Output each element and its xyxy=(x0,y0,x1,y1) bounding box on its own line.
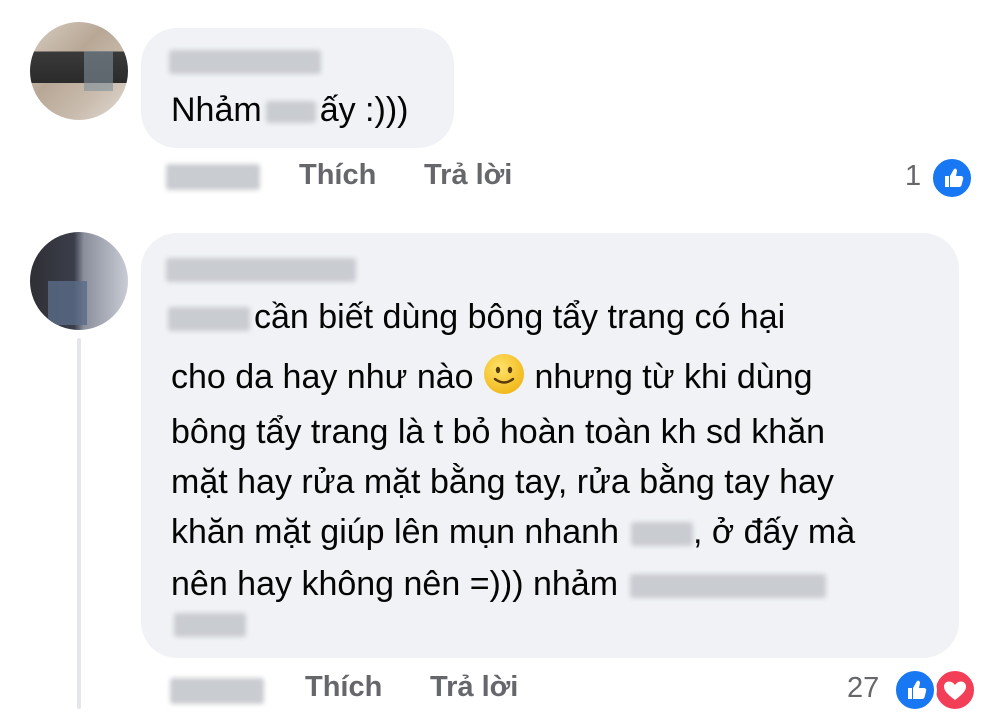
commenter-name-blurred[interactable] xyxy=(169,50,321,74)
comment-line-text: nên hay không nên =))) nhảm xyxy=(171,565,619,603)
comment-line: khăn mặt giúp lên mụn nhanh , ở đấy mà xyxy=(171,506,855,558)
reply-thread-line xyxy=(77,338,81,709)
comment-line: nên hay không nên =))) nhảm xyxy=(171,558,827,610)
comment-line: mặt hay rửa mặt bằng tay, rửa bằng tay h… xyxy=(171,463,834,501)
comment-bubble: cần biết dùng bông tẩy trang có hại cho … xyxy=(141,233,959,658)
comment-text-start: Nhảm xyxy=(171,91,262,129)
comment-line: cho da hay như nào nhưng từ khi dùng xyxy=(171,351,813,403)
comment-line-text: cho da hay như nào xyxy=(171,358,474,396)
comment-line: bông tẩy trang là t bỏ hoàn toàn kh sd k… xyxy=(171,413,826,451)
timestamp-blurred[interactable] xyxy=(166,164,260,190)
comment-text: Nhảm ấy :))) xyxy=(171,84,408,136)
comment-text-end: ấy :))) xyxy=(319,91,409,129)
like-button[interactable]: Thích xyxy=(305,671,382,704)
redacted-word xyxy=(174,613,246,637)
redacted-word xyxy=(265,101,316,124)
comment-bubble: Nhảm ấy :))) xyxy=(141,28,454,148)
comment-line-text: , ở đấy mà xyxy=(692,513,856,551)
comment-line: cần biết dùng bông tẩy trang có hại xyxy=(168,291,785,343)
reaction-count[interactable]: 1 xyxy=(905,160,921,193)
commenter-avatar[interactable] xyxy=(30,22,128,120)
commenter-name-blurred[interactable] xyxy=(166,258,356,282)
reply-button[interactable]: Trả lời xyxy=(424,159,512,192)
comment-line-text: nhưng từ khi dùng xyxy=(534,358,813,396)
like-button[interactable]: Thích xyxy=(299,159,376,192)
like-icon[interactable] xyxy=(893,668,937,712)
reaction-count[interactable]: 27 xyxy=(847,672,879,705)
comment-line-text: cần biết dùng bông tẩy trang có hại xyxy=(254,298,786,336)
reply-button[interactable]: Trả lời xyxy=(430,671,518,704)
timestamp-blurred[interactable] xyxy=(170,678,264,704)
comment-line-text: khăn mặt giúp lên mụn nhanh xyxy=(171,513,619,551)
slightly-smiling-face-emoji xyxy=(484,354,524,394)
redacted-word xyxy=(630,522,693,547)
redacted-word xyxy=(630,574,827,599)
redacted-word xyxy=(168,307,250,332)
love-icon[interactable] xyxy=(933,668,977,712)
like-icon[interactable] xyxy=(930,156,974,200)
commenter-avatar[interactable] xyxy=(30,232,128,330)
